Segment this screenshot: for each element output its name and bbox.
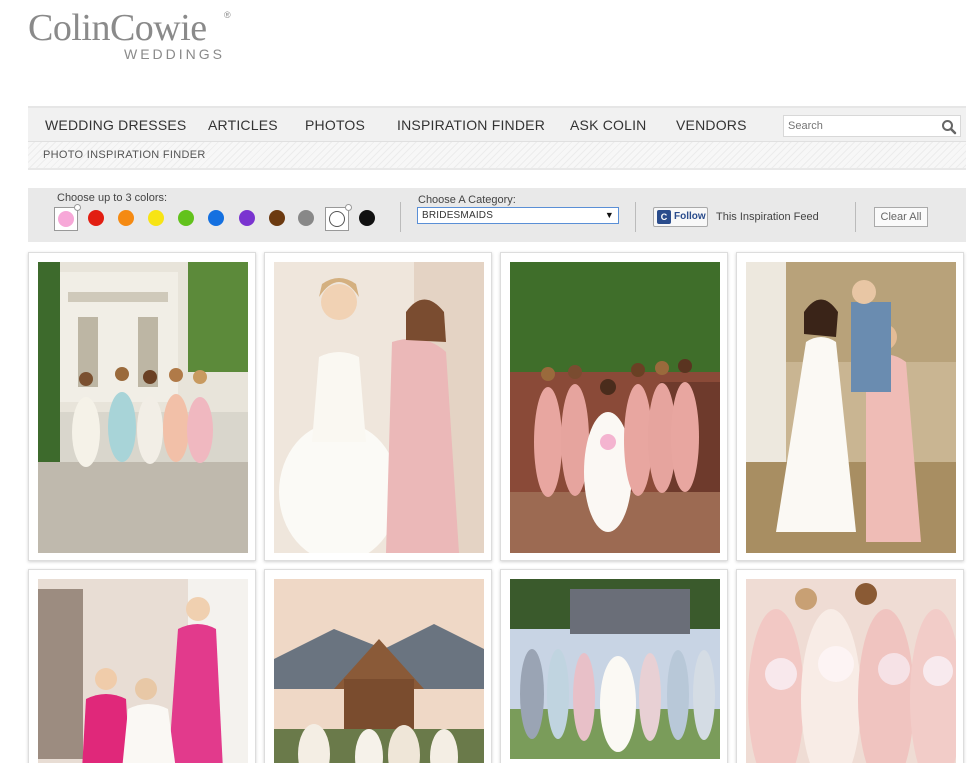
color-swatch-green[interactable] <box>178 210 194 226</box>
color-swatch-orange[interactable] <box>118 210 134 226</box>
divider <box>635 202 636 232</box>
brand-name: ColinCowie <box>28 7 207 49</box>
search-icon[interactable] <box>941 119 957 135</box>
site-logo[interactable]: ColinCowie ® WEDDINGS <box>28 8 248 68</box>
brand-tagline: WEDDINGS <box>124 46 225 62</box>
breadcrumb: PHOTO INSPIRATION FINDER <box>43 149 206 161</box>
breadcrumb-bar: PHOTO INSPIRATION FINDER <box>28 142 966 170</box>
dropdown-arrow-icon: ▼ <box>604 210 614 220</box>
search-box <box>783 115 961 137</box>
nav-ask-colin[interactable]: ASK COLIN <box>570 117 647 133</box>
photo-tile[interactable] <box>736 569 964 763</box>
remove-badge-icon[interactable] <box>345 204 352 211</box>
search-input[interactable] <box>784 116 934 136</box>
filter-bar: Choose up to 3 colors: Choose A Category… <box>28 188 966 242</box>
nav-articles[interactable]: ARTICLES <box>208 117 278 133</box>
photo-bridesmaids-mixed-pastels <box>510 579 720 759</box>
color-swatch-brown[interactable] <box>269 210 285 226</box>
photo-bridesmaids-getting-ready <box>38 579 248 763</box>
category-label: Choose A Category: <box>418 194 516 206</box>
category-select[interactable]: BRIDESMAIDS ▼ <box>417 207 619 224</box>
photo-tile[interactable] <box>264 252 492 561</box>
nav-vendors[interactable]: VENDORS <box>676 117 747 133</box>
color-swatch-blue[interactable] <box>208 210 224 226</box>
colin-cowie-c-icon: C <box>657 210 671 224</box>
photo-tile[interactable] <box>28 252 256 561</box>
nav-photos[interactable]: PHOTOS <box>305 117 365 133</box>
photo-bridesmaids-with-bouquets <box>746 579 956 763</box>
color-swatch-pink-selected[interactable] <box>54 204 81 231</box>
photo-bride-with-bridesmaids-on-steps <box>510 262 720 553</box>
category-value: BRIDESMAIDS <box>422 210 494 221</box>
photo-tile[interactable] <box>264 569 492 763</box>
photo-bridesmaids-walking <box>38 262 248 553</box>
color-swatch-gray[interactable] <box>298 210 314 226</box>
divider <box>400 202 401 232</box>
photo-tile[interactable] <box>28 569 256 763</box>
main-nav: WEDDING DRESSES ARTICLES PHOTOS INSPIRAT… <box>28 106 966 142</box>
clear-all-button[interactable]: Clear All <box>874 207 928 227</box>
nav-inspiration-finder[interactable]: INSPIRATION FINDER <box>397 117 545 133</box>
color-swatch-purple[interactable] <box>239 210 255 226</box>
follow-feed-text: This Inspiration Feed <box>716 211 819 223</box>
photo-bridal-party-at-barn <box>274 579 484 763</box>
colors-label: Choose up to 3 colors: <box>57 192 168 204</box>
color-swatch-black[interactable] <box>359 210 375 226</box>
follow-button[interactable]: C Follow <box>653 207 708 227</box>
color-swatch-pink <box>58 211 74 227</box>
color-swatch-white <box>329 211 345 227</box>
photo-bridesmaid-helping-bride <box>746 262 956 553</box>
photo-tile[interactable] <box>736 252 964 561</box>
divider <box>855 202 856 232</box>
color-swatch-white-box[interactable] <box>325 204 352 231</box>
color-swatch-red[interactable] <box>88 210 104 226</box>
photo-tile[interactable] <box>500 252 728 561</box>
color-swatch-yellow[interactable] <box>148 210 164 226</box>
nav-wedding-dresses[interactable]: WEDDING DRESSES <box>45 117 186 133</box>
follow-label: Follow <box>674 211 706 222</box>
remove-badge-icon[interactable] <box>74 204 81 211</box>
photo-tile[interactable] <box>500 569 728 763</box>
registered-mark: ® <box>224 10 231 20</box>
photo-bride-with-bridesmaid <box>274 262 484 553</box>
